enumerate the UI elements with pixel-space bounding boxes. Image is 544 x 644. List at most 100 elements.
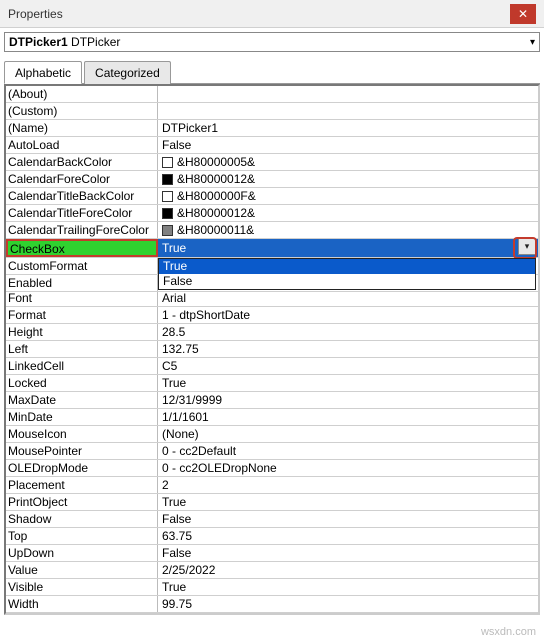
property-row[interactable]: Height28.5 — [6, 324, 538, 341]
property-value[interactable]: False — [158, 545, 538, 561]
property-row[interactable]: (Name)DTPicker1 — [6, 120, 538, 137]
color-swatch — [162, 208, 173, 219]
object-name: DTPicker1 — [9, 35, 68, 49]
property-name: CustomFormat — [6, 258, 158, 274]
property-row[interactable]: LinkedCellC5 — [6, 358, 538, 375]
property-row[interactable]: Width99.75 — [6, 596, 538, 613]
property-value[interactable]: &H80000012& — [158, 205, 538, 221]
property-name: Visible — [6, 579, 158, 595]
property-row[interactable]: PrintObjectTrue — [6, 494, 538, 511]
object-type: DTPicker — [71, 35, 120, 49]
property-row[interactable]: CalendarTitleForeColor&H80000012& — [6, 205, 538, 222]
dropdown-option-true[interactable]: True — [159, 259, 535, 274]
property-row[interactable]: CalendarBackColor&H80000005& — [6, 154, 538, 171]
object-selector[interactable]: DTPicker1 DTPicker ▾ — [4, 32, 540, 52]
property-value[interactable]: True — [158, 494, 538, 510]
property-value[interactable]: 0 - cc2Default — [158, 443, 538, 459]
property-row[interactable]: FontArial — [6, 290, 538, 307]
property-row[interactable]: MinDate1/1/1601 — [6, 409, 538, 426]
property-row[interactable]: Placement2 — [6, 477, 538, 494]
property-value[interactable]: 12/31/9999 — [158, 392, 538, 408]
property-name: Height — [6, 324, 158, 340]
property-value[interactable]: False — [158, 137, 538, 153]
property-value[interactable]: 2 — [158, 477, 538, 493]
property-value[interactable]: 1 - dtpShortDate — [158, 307, 538, 323]
property-row[interactable]: (Custom) — [6, 103, 538, 120]
property-value[interactable]: True — [158, 375, 538, 391]
property-row[interactable]: Format1 - dtpShortDate — [6, 307, 538, 324]
dropdown-list[interactable]: True False — [158, 258, 536, 290]
property-row[interactable]: Top63.75 — [6, 528, 538, 545]
property-name: Placement — [6, 477, 158, 493]
property-row[interactable]: CalendarForeColor&H80000012& — [6, 171, 538, 188]
property-row[interactable]: OLEDropMode0 - cc2OLEDropNone — [6, 460, 538, 477]
property-value[interactable]: &H80000011& — [158, 222, 538, 238]
property-row[interactable]: MouseIcon(None) — [6, 426, 538, 443]
property-value[interactable]: True — [158, 579, 538, 595]
property-name: (Name) — [6, 120, 158, 136]
property-name: Enabled — [6, 275, 158, 291]
property-name: UpDown — [6, 545, 158, 561]
property-value[interactable]: &H80000005& — [158, 154, 538, 170]
property-row[interactable]: Value2/25/2022 — [6, 562, 538, 579]
property-value[interactable]: 2/25/2022 — [158, 562, 538, 578]
property-name: MouseIcon — [6, 426, 158, 442]
property-name: LinkedCell — [6, 358, 158, 374]
property-name: CalendarForeColor — [6, 171, 158, 187]
property-row[interactable]: VisibleTrue — [6, 579, 538, 596]
property-name: (About) — [6, 86, 158, 102]
property-row[interactable]: (About) — [6, 86, 538, 103]
property-name: MousePointer — [6, 443, 158, 459]
property-name: Value — [6, 562, 158, 578]
property-row[interactable]: ShadowFalse — [6, 511, 538, 528]
property-row[interactable]: LockedTrue — [6, 375, 538, 392]
tab-categorized[interactable]: Categorized — [84, 61, 171, 84]
property-name: Left — [6, 341, 158, 357]
color-swatch — [162, 157, 173, 168]
watermark: wsxdn.com — [481, 626, 536, 638]
dropdown-button[interactable]: ▾ — [518, 238, 536, 255]
property-name: Format — [6, 307, 158, 323]
property-name: CheckBox — [6, 239, 158, 257]
dropdown-option-false[interactable]: False — [159, 274, 535, 289]
property-row[interactable]: CalendarTitleBackColor&H8000000F& — [6, 188, 538, 205]
property-value[interactable]: False — [158, 511, 538, 527]
property-value[interactable] — [158, 103, 538, 119]
property-name: Shadow — [6, 511, 158, 527]
property-row[interactable]: MousePointer0 - cc2Default — [6, 443, 538, 460]
property-value[interactable]: 0 - cc2OLEDropNone — [158, 460, 538, 476]
property-name: CalendarBackColor — [6, 154, 158, 170]
property-name: CalendarTrailingForeColor — [6, 222, 158, 238]
property-row[interactable]: CalendarTrailingForeColor&H80000011& — [6, 222, 538, 239]
property-value[interactable]: (None) — [158, 426, 538, 442]
property-row[interactable]: MaxDate12/31/9999 — [6, 392, 538, 409]
property-value[interactable]: &H8000000F& — [158, 188, 538, 204]
color-swatch — [162, 191, 173, 202]
tab-alphabetic[interactable]: Alphabetic — [4, 61, 82, 84]
property-value[interactable]: Arial — [158, 290, 538, 306]
property-row[interactable]: UpDownFalse — [6, 545, 538, 562]
color-swatch — [162, 174, 173, 185]
property-value[interactable]: 1/1/1601 — [158, 409, 538, 425]
property-row-checkbox[interactable]: CheckBox True ▾ — [6, 239, 538, 258]
property-value[interactable]: 28.5 — [158, 324, 538, 340]
property-name: (Custom) — [6, 103, 158, 119]
property-name: CalendarTitleBackColor — [6, 188, 158, 204]
titlebar: Properties ✕ — [0, 0, 544, 28]
close-button[interactable]: ✕ — [510, 4, 536, 24]
property-value[interactable]: DTPicker1 — [158, 120, 538, 136]
property-name: OLEDropMode — [6, 460, 158, 476]
property-value[interactable]: C5 — [158, 358, 538, 374]
property-row[interactable]: Left132.75 — [6, 341, 538, 358]
property-name: Font — [6, 290, 158, 306]
property-value[interactable] — [158, 86, 538, 102]
property-value[interactable]: 99.75 — [158, 596, 538, 612]
tab-bar: Alphabetic Categorized — [4, 60, 540, 84]
window-title: Properties — [8, 7, 510, 21]
property-value[interactable]: 63.75 — [158, 528, 538, 544]
property-value[interactable]: &H80000012& — [158, 171, 538, 187]
property-row[interactable]: AutoLoadFalse — [6, 137, 538, 154]
property-value-editor[interactable]: True ▾ — [158, 239, 538, 257]
property-grid: (About)(Custom)(Name)DTPicker1AutoLoadFa… — [4, 84, 540, 615]
property-value[interactable]: 132.75 — [158, 341, 538, 357]
